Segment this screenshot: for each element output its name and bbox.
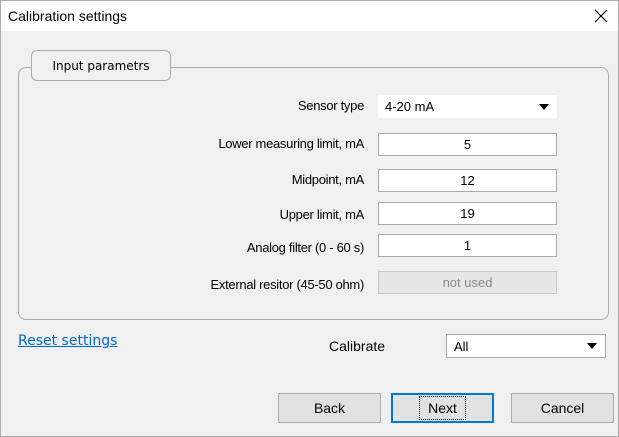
back-button-label: Back [313,400,346,416]
back-button[interactable]: Back [278,393,381,423]
midpoint-input[interactable]: 12 [378,169,557,192]
group-legend: Input parametrs [31,50,171,81]
calibrate-select[interactable]: All [446,334,606,358]
close-icon [594,9,608,23]
lower-limit-label: Lower measuring limit, mA [218,136,364,151]
calibrate-value: All [454,338,469,354]
sensor-type-label: Sensor type [297,98,364,113]
cancel-button[interactable]: Cancel [511,393,614,423]
external-resistor-label: External resitor (45-50 ohm) [210,277,365,292]
lower-limit-input[interactable]: 5 [378,133,557,156]
reset-settings-link[interactable]: Reset settings [18,333,117,349]
sensor-type-value: 4-20 mA [385,99,435,114]
calibration-dialog: Calibration settings Input parametrs Sen… [0,0,619,437]
midpoint-label: Midpoint, mA [291,172,365,187]
cancel-button-label: Cancel [540,400,585,416]
external-resistor-input: not used [378,271,557,294]
analog-filter-input[interactable]: 1 [378,234,557,257]
dialog-title: Calibration settings [8,8,128,24]
upper-limit-label: Upper limit, mA [279,207,365,222]
upper-limit-input[interactable]: 19 [378,202,557,225]
analog-filter-label: Analog filter (0 - 60 s) [246,240,364,255]
sensor-type-select[interactable]: 4-20 mA [378,95,557,118]
chevron-down-icon [539,103,549,110]
calibrate-label: Calibrate [329,338,386,354]
next-button-label: Next [419,396,466,420]
close-button[interactable] [584,1,618,31]
title-bar: Calibration settings [1,1,618,31]
next-button[interactable]: Next [391,393,494,423]
chevron-down-icon [587,343,597,349]
